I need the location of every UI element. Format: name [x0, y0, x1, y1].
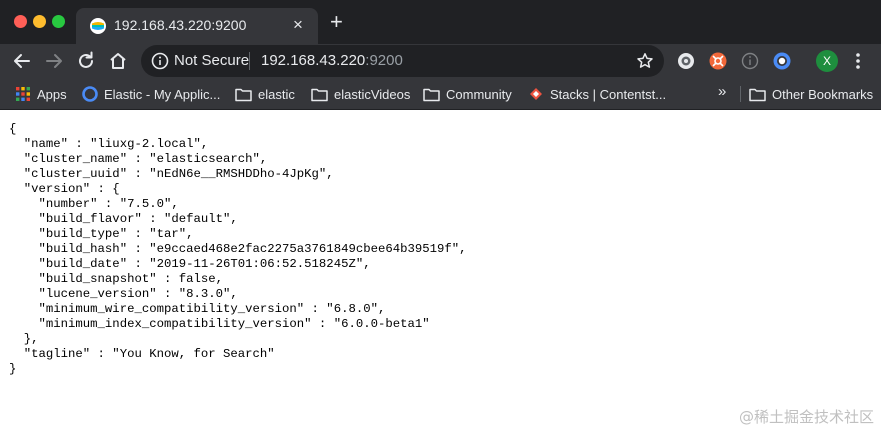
- bookmarks-divider: [740, 86, 741, 102]
- tab-close-button[interactable]: ×: [293, 15, 303, 35]
- more-menu-icon[interactable]: [851, 51, 865, 71]
- new-tab-button[interactable]: +: [330, 11, 343, 33]
- url-port: :9200: [365, 52, 403, 69]
- close-window-button[interactable]: [14, 15, 27, 28]
- folder-icon: [311, 88, 328, 101]
- contentstack-icon: [530, 88, 542, 100]
- bookmark-label: elastic: [258, 86, 295, 102]
- bookmark-label: Elastic - My Applic...: [104, 86, 221, 102]
- json-line: "build_snapshot" : false,: [9, 272, 224, 286]
- bookmark-label: Other Bookmarks: [772, 86, 874, 102]
- apps-grid-icon: [16, 87, 30, 101]
- json-line: "build_date" : "2019-11-26T01:06:52.5182…: [9, 257, 371, 271]
- tab-title: 192.168.43.220:9200: [114, 17, 247, 33]
- json-line: "cluster_name" : "elasticsearch",: [9, 152, 268, 166]
- json-line: "build_type" : "tar",: [9, 227, 194, 241]
- extension-gray-icon[interactable]: [677, 52, 695, 70]
- bookmark-stacks-contentstack[interactable]: Stacks | Contentst...: [528, 84, 666, 104]
- omnibox-divider: [249, 52, 250, 70]
- extension-info-disabled-icon[interactable]: [741, 52, 759, 70]
- forward-arrow-icon[interactable]: [43, 50, 65, 72]
- info-icon[interactable]: [151, 52, 169, 70]
- folder-icon: [423, 88, 440, 101]
- address-bar[interactable]: Not Secure 192.168.43.220:9200: [141, 45, 664, 77]
- page-content: { "name" : "liuxg-2.local", "cluster_nam…: [0, 111, 881, 434]
- url-host: 192.168.43.220: [261, 52, 366, 69]
- bookmarks-overflow-button[interactable]: »: [718, 83, 726, 100]
- bookmark-other-bookmarks[interactable]: Other Bookmarks: [749, 84, 873, 104]
- json-line: "name" : "liuxg-2.local",: [9, 137, 209, 151]
- json-line: "cluster_uuid" : "nEdN6e__RMSHDDho-4JpKg…: [9, 167, 334, 181]
- json-line: "minimum_wire_compatibility_version" : "…: [9, 302, 386, 316]
- bookmark-folder-elasticvideos[interactable]: elasticVideos: [311, 84, 410, 104]
- json-line: "version" : {: [9, 182, 120, 196]
- extension-orange-icon[interactable]: [709, 52, 727, 70]
- json-line: "build_flavor" : "default",: [9, 212, 238, 226]
- json-line: "number" : "7.5.0",: [9, 197, 179, 211]
- url-text[interactable]: 192.168.43.220:9200: [261, 52, 403, 69]
- tab-strip: 192.168.43.220:9200 × +: [0, 0, 881, 44]
- elastic-favicon-icon: [90, 18, 106, 34]
- bookmark-label: Apps: [37, 86, 67, 102]
- json-line: "lucene_version" : "8.3.0",: [9, 287, 238, 301]
- browser-toolbar: Not Secure 192.168.43.220:9200 X: [0, 44, 881, 78]
- bookmark-folder-elastic[interactable]: elastic: [235, 84, 295, 104]
- json-line: {: [9, 122, 17, 136]
- json-line: "build_hash" : "e9ccaed468e2fac2275a3761…: [9, 242, 467, 256]
- maximize-window-button[interactable]: [52, 15, 65, 28]
- bookmark-label: Stacks | Contentst...: [550, 86, 667, 102]
- profile-avatar[interactable]: X: [816, 50, 838, 72]
- folder-icon: [749, 88, 766, 101]
- json-line: "minimum_index_compatibility_version" : …: [9, 317, 430, 331]
- folder-icon: [235, 88, 252, 101]
- bookmark-label: elasticVideos: [334, 86, 411, 102]
- reload-icon[interactable]: [75, 50, 97, 72]
- home-icon[interactable]: [107, 50, 129, 72]
- back-arrow-icon[interactable]: [11, 50, 33, 72]
- security-status: Not Secure: [174, 52, 250, 69]
- watermark: @稀土掘金技术社区: [738, 408, 874, 426]
- elastic-icon: [82, 86, 98, 102]
- minimize-window-button[interactable]: [33, 15, 46, 28]
- bookmark-elastic-my-applic[interactable]: Elastic - My Applic...: [82, 84, 220, 104]
- json-line: "tagline" : "You Know, for Search": [9, 347, 275, 361]
- json-line: },: [9, 332, 39, 346]
- bookmarks-bar: Apps Elastic - My Applic... elastic elas…: [0, 78, 881, 110]
- bookmark-star-icon[interactable]: [636, 52, 654, 70]
- json-line: }: [9, 362, 17, 376]
- bookmark-apps[interactable]: Apps: [15, 84, 67, 104]
- extension-blue-ring-icon[interactable]: [773, 52, 791, 70]
- json-response: { "name" : "liuxg-2.local", "cluster_nam…: [9, 122, 467, 377]
- bookmark-label: Community: [446, 86, 512, 102]
- tab-active[interactable]: 192.168.43.220:9200 ×: [76, 8, 318, 44]
- bookmark-folder-community[interactable]: Community: [423, 84, 512, 104]
